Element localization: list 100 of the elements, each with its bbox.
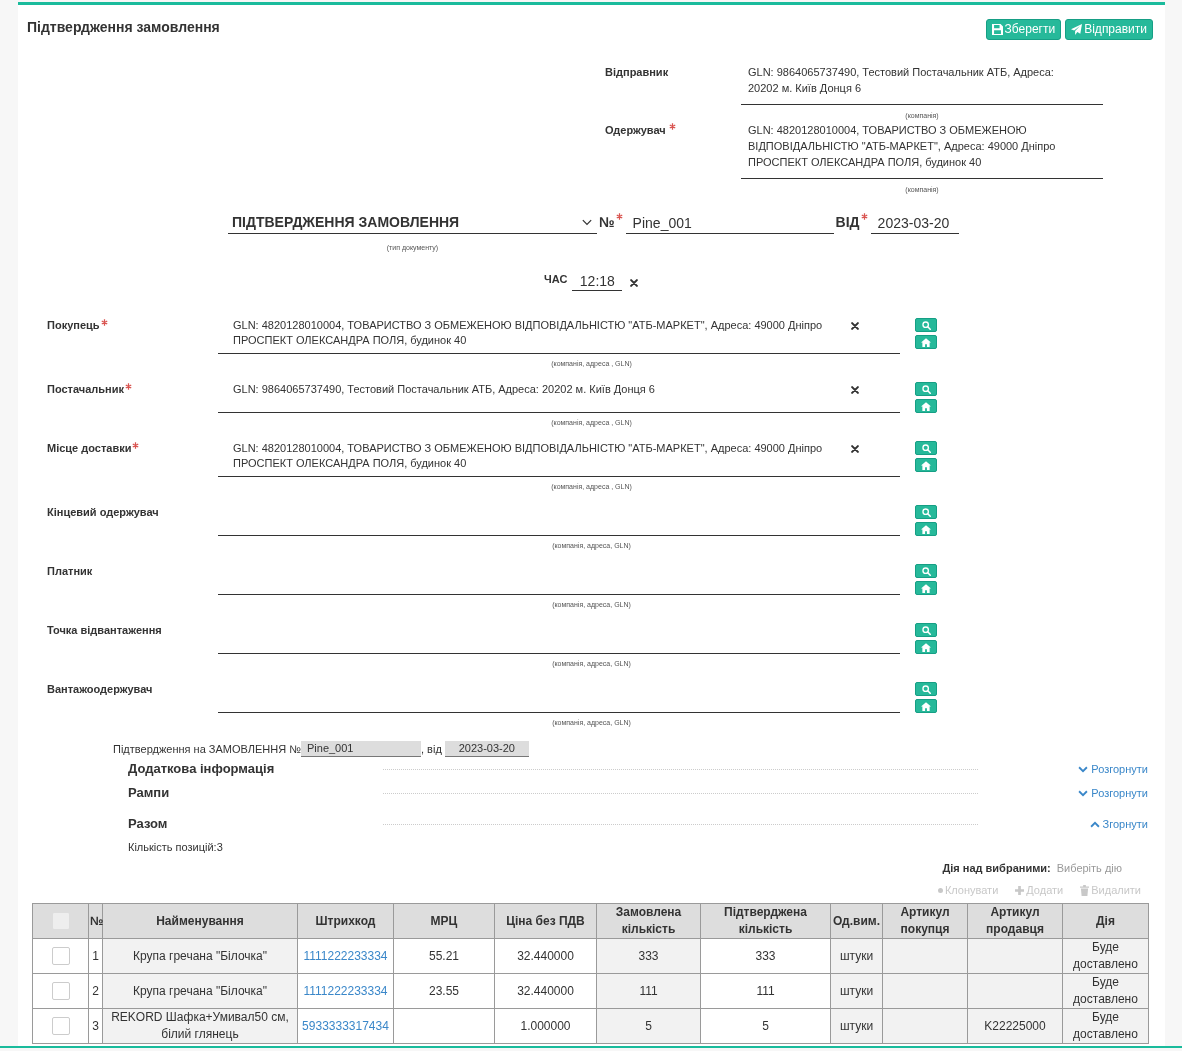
field-label: Покупець [47, 318, 100, 333]
table-cell: 333 [700, 938, 831, 974]
table-cell: Буде доставлено [1062, 1008, 1149, 1044]
clear-icon[interactable] [851, 445, 859, 453]
chevron-up-icon [1089, 820, 1100, 828]
table-cell: Крупа гречана "Білочка" [102, 973, 298, 1009]
home-button[interactable] [915, 640, 937, 654]
table-cell: 32.440000 [494, 973, 597, 1009]
collapse-link[interactable]: Згорнути [1089, 817, 1148, 831]
search-button[interactable] [915, 682, 937, 696]
field-label: Вантажоодержувач [47, 682, 153, 697]
section-title: Додаткова інформація [128, 760, 276, 779]
document-number-field[interactable]: Pine_001 [625, 212, 834, 234]
search-icon [921, 507, 931, 517]
send-button[interactable]: Відправити [1065, 19, 1153, 40]
home-button[interactable] [915, 399, 937, 413]
time-field[interactable]: 12:18 [572, 271, 623, 291]
table-cell: 1.000000 [494, 1008, 597, 1044]
table-cell: Буде доставлено [1062, 938, 1149, 974]
order-date-field[interactable]: 2023-03-20 [444, 741, 529, 757]
field-label: Точка відвантаження [47, 623, 162, 638]
search-icon [921, 566, 931, 576]
section-title: Рампи [128, 784, 171, 803]
document-type-select[interactable]: ПІДТВЕРДЖЕННЯ ЗАМОВЛЕННЯ [228, 212, 597, 234]
save-button[interactable]: Зберегти [985, 19, 1062, 40]
home-button[interactable] [915, 581, 937, 595]
company-field[interactable]: GLN: 4820128010004, ТОВАРИСТВО З ОБМЕЖЕНОЮ ВІДПОВІДАЛЬНІСТЮ "АТБ-МАРКЕТ", Адреса: 49000 Дніпро ПРОСПЕКТ ОЛЕКСАНДРА ПОЛЯ, будинок 40 [741, 122, 1103, 179]
trash-icon [1080, 884, 1090, 896]
search-button[interactable] [915, 441, 937, 455]
barcode-link[interactable]: 5933333317434 [302, 1018, 389, 1033]
home-button[interactable] [915, 335, 937, 349]
chevron-down-icon [1078, 765, 1089, 773]
clear-icon[interactable] [630, 279, 639, 287]
row-checkbox[interactable] [51, 947, 70, 965]
company-field[interactable]: GLN: 4820128010004, ТОВАРИСТВО З ОБМЕЖЕНОЮ ВІДПОВІДАЛЬНІСТЮ "АТБ-МАРКЕТ", Адреса: 49000 Дніпро ПРОСПЕКТ ОЛЕКСАНДРА ПОЛЯ, будинок 40 [218, 441, 900, 477]
search-button[interactable] [915, 382, 937, 396]
table-cell: 5 [596, 1008, 701, 1044]
column-header: МРЦ [393, 903, 495, 939]
table-cell: штуки [830, 938, 883, 974]
home-button[interactable] [915, 522, 937, 536]
search-icon [921, 684, 931, 694]
column-header: Штрихкод [297, 903, 394, 939]
field-label: Кінцевий одержувач [47, 505, 159, 520]
search-button[interactable] [915, 318, 937, 332]
table-cell: 111 [596, 973, 701, 1009]
table-cell: штуки [830, 1008, 883, 1044]
search-icon [921, 384, 931, 394]
table-cell: 55.21 [393, 938, 495, 974]
column-header: Од.вим. [830, 903, 883, 939]
time-label: ЧАС [544, 272, 568, 287]
dot-icon [937, 887, 943, 893]
company-field[interactable]: GLN: 4820128010004, ТОВАРИСТВО З ОБМЕЖЕНОЮ ВІДПОВІДАЛЬНІСТЮ "АТБ-МАРКЕТ", Адреса: 49000 Дніпро ПРОСПЕКТ ОЛЕКСАНДРА ПОЛЯ, будинок 40 [218, 318, 900, 354]
reference-date-label: , від [421, 741, 442, 757]
table-cell: Буде доставлено [1062, 973, 1149, 1009]
column-header: Ціна без ПДВ [494, 903, 597, 939]
home-button[interactable] [915, 699, 937, 713]
column-header: Дія [1062, 903, 1149, 939]
table-cell: 32.440000 [494, 938, 597, 974]
field-label: Одержувач [605, 123, 666, 138]
search-button[interactable] [915, 623, 937, 637]
table-cell: 23.55 [393, 973, 495, 1009]
search-icon [921, 443, 931, 453]
column-header: Замовлена кількість [596, 903, 701, 939]
bulk-action-label: Дія над вибраними: [942, 861, 1051, 876]
table-cell: K22225000 [967, 1008, 1063, 1044]
table-cell: REKORD Шафка+Умивал50 см, білий глянець [102, 1008, 298, 1044]
table-cell: 333 [596, 938, 701, 974]
expand-link[interactable]: Розгорнути [1078, 786, 1148, 800]
summary-text: Кількість позицій:3 [128, 840, 223, 854]
date-label: ВІД [835, 213, 860, 232]
plus-icon [1015, 885, 1025, 895]
search-icon [921, 320, 931, 330]
table-cell: штуки [830, 973, 883, 1009]
paper-plane-icon [1071, 24, 1083, 35]
company-field[interactable]: GLN: 9864065737490, Тестовий Постачальник АТБ, Адреса: 20202 м. Київ Донця 6 [218, 382, 900, 413]
bulk-action-select[interactable]: Виберіть дію [1056, 860, 1122, 876]
clear-icon[interactable] [851, 322, 859, 330]
barcode-link[interactable]: 1111222233334 [303, 983, 388, 998]
search-button[interactable] [915, 564, 937, 578]
order-number-field[interactable]: Pine_001 [301, 741, 421, 757]
search-icon [921, 625, 931, 635]
chevron-down-icon [1078, 789, 1089, 797]
field-label: Відправник [605, 65, 669, 80]
search-button[interactable] [915, 505, 937, 519]
date-field[interactable]: 2023-03-20 [870, 212, 959, 234]
field-label: Платник [47, 564, 93, 579]
house-icon [921, 337, 931, 347]
row-checkbox[interactable] [51, 982, 70, 1000]
house-icon [921, 701, 931, 711]
table-cell: 111 [700, 973, 831, 1009]
column-header: Підтверджена кількість [700, 903, 831, 939]
column-header: Найменування [102, 903, 298, 939]
field-label: Постачальник [47, 382, 124, 397]
home-button[interactable] [915, 458, 937, 472]
row-checkbox[interactable] [51, 1017, 70, 1035]
company-field[interactable]: GLN: 9864065737490, Тестовий Постачальник АТБ, Адреса: 20202 м. Київ Донця 6 [741, 64, 1103, 105]
expand-link[interactable]: Розгорнути [1078, 762, 1148, 776]
barcode-link[interactable]: 1111222233334 [303, 948, 388, 963]
house-icon [921, 401, 931, 411]
clear-icon[interactable] [851, 386, 859, 394]
